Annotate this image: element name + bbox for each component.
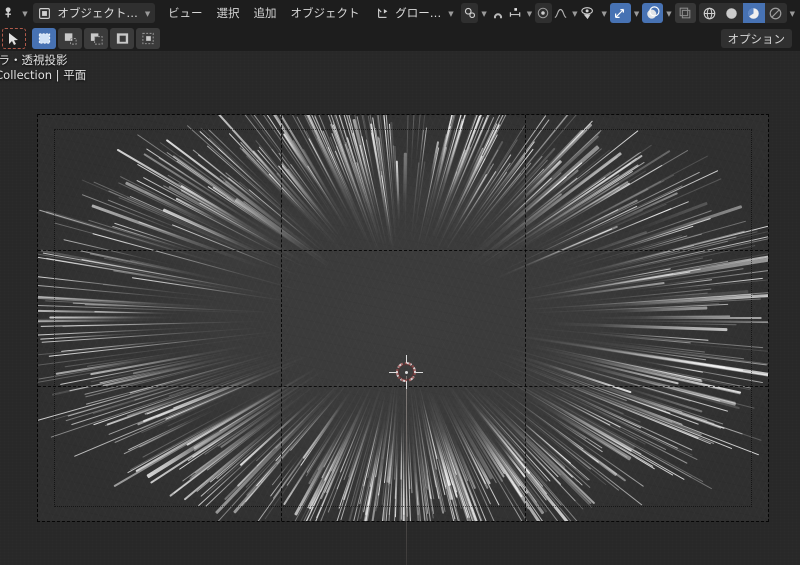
visibility-filter-caret[interactable]: ▼ xyxy=(602,10,607,18)
viewport-info-overlay: メラ・透視投影 ) Collection | 平面 xyxy=(0,53,200,83)
pivot-point-caret[interactable]: ▼ xyxy=(481,10,486,18)
cursor-tick-right xyxy=(415,371,423,373)
mode-selector[interactable]: オブジェクト… ▼ xyxy=(33,3,156,23)
snap-target-caret[interactable]: ▼ xyxy=(527,10,532,18)
transform-orientation-label: グロー… xyxy=(395,6,442,20)
select-intersect-icon[interactable] xyxy=(136,28,160,49)
falloff-curve-icon[interactable] xyxy=(552,3,569,23)
cursor-center-dot xyxy=(404,370,408,374)
editor-type-icon[interactable] xyxy=(2,3,19,23)
viewport-scene-info: ) Collection | 平面 xyxy=(0,68,87,82)
shading-solid-icon[interactable] xyxy=(721,3,743,23)
select-invert-icon[interactable] xyxy=(110,28,134,49)
select-extend-icon[interactable] xyxy=(58,28,82,49)
snap-target-icon[interactable] xyxy=(507,3,524,23)
overlays-icon[interactable] xyxy=(642,3,664,23)
pivot-point-icon[interactable] xyxy=(461,3,479,23)
viewport-view-name: メラ・透視投影 xyxy=(0,53,68,67)
overlays-caret[interactable]: ▼ xyxy=(666,10,671,18)
composition-guide-h2 xyxy=(38,385,768,387)
magnet-icon[interactable] xyxy=(489,3,506,23)
options-button[interactable]: オプション xyxy=(720,29,792,48)
proportional-editing-icon[interactable] xyxy=(534,3,552,23)
mode-label: オブジェクト… xyxy=(57,6,138,20)
gizmo-icon[interactable] xyxy=(609,3,631,23)
composition-guide-v1 xyxy=(281,115,283,521)
composition-guide-v2 xyxy=(524,115,526,521)
menu-object[interactable]: オブジェクト xyxy=(284,3,367,23)
object-mode-icon xyxy=(36,3,53,23)
mode-caret[interactable]: ▼ xyxy=(145,10,150,18)
cursor-tick-up xyxy=(405,355,407,363)
object-axis-line xyxy=(406,376,407,565)
shading-material-icon[interactable] xyxy=(742,3,765,23)
menu-select[interactable]: 選択 xyxy=(210,3,247,23)
menu-add[interactable]: 追加 xyxy=(247,3,284,23)
cursor-tick-left xyxy=(389,371,397,373)
cursor-tick-down xyxy=(405,381,407,389)
orientation-icon xyxy=(374,3,391,23)
camera-title-safe-guide xyxy=(54,129,752,507)
select-mode-group[interactable] xyxy=(32,28,160,49)
xray-toggle-icon[interactable] xyxy=(674,3,696,23)
blender-window: ▼ オブジェクト… ▼ ビュー 選択 追加 オブジェクト グロー… ▼ ▼ ▼ … xyxy=(0,0,800,565)
3d-viewport[interactable]: メラ・透視投影 ) Collection | 平面 xyxy=(0,51,800,565)
shading-mode-group[interactable] xyxy=(698,3,787,23)
editor-type-caret[interactable]: ▼ xyxy=(22,10,27,18)
tool-settings-bar: オプション xyxy=(0,26,800,51)
tweak-select-tool-icon[interactable] xyxy=(2,28,26,49)
gizmo-caret[interactable]: ▼ xyxy=(634,10,639,18)
camera-frame[interactable] xyxy=(37,114,769,522)
menu-view[interactable]: ビュー xyxy=(161,3,210,23)
shading-caret[interactable]: ▼ xyxy=(790,10,795,18)
select-set-icon[interactable] xyxy=(32,28,56,49)
composition-guide-h1 xyxy=(38,250,768,252)
falloff-caret[interactable]: ▼ xyxy=(572,10,577,18)
transform-orientation-selector[interactable]: グロー… ▼ xyxy=(372,3,458,23)
select-subtract-icon[interactable] xyxy=(84,28,108,49)
viewport-header: ▼ オブジェクト… ▼ ビュー 選択 追加 オブジェクト グロー… ▼ ▼ ▼ … xyxy=(0,0,800,26)
shading-rendered-icon[interactable] xyxy=(765,3,787,23)
visibility-filter-icon[interactable] xyxy=(578,3,599,23)
shading-wireframe-icon[interactable] xyxy=(699,3,721,23)
transform-orientation-caret[interactable]: ▼ xyxy=(448,10,453,18)
